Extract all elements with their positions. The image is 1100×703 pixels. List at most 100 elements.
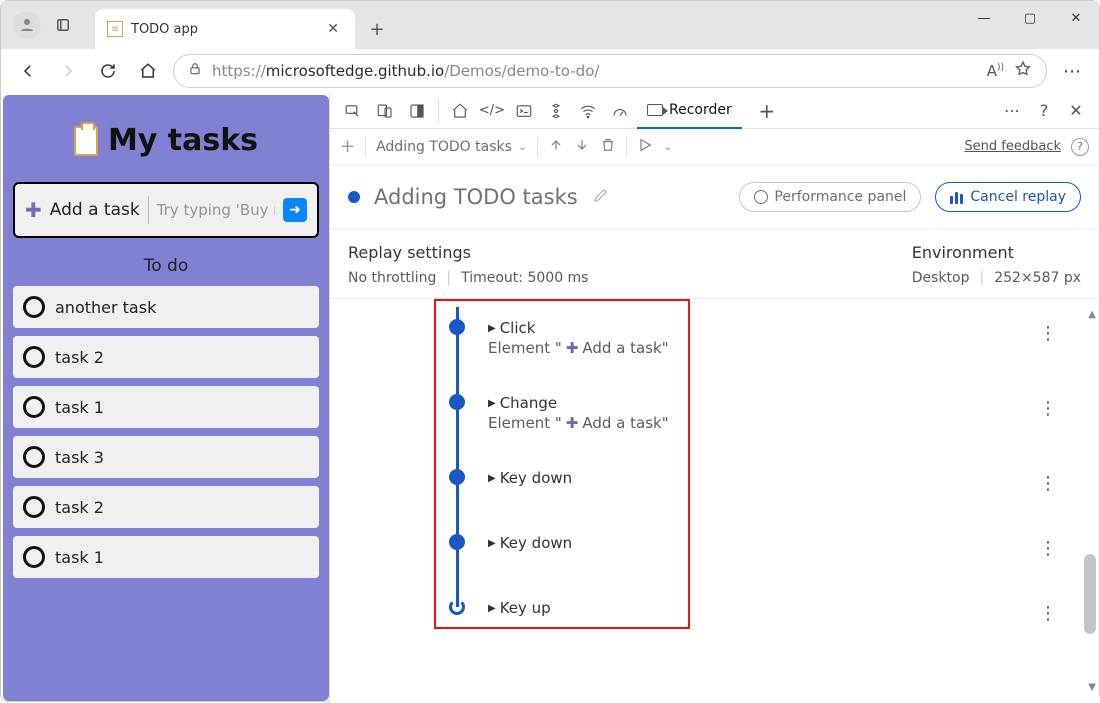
task-checkbox[interactable] (23, 396, 45, 418)
recording-select[interactable]: Adding TODO tasks⌄ (376, 139, 527, 155)
step-subtitle: Element "✚Add a task" (488, 339, 669, 357)
task-item[interactable]: task 2 (13, 486, 319, 528)
throttling-value[interactable]: No throttling (348, 270, 436, 286)
new-tab-button[interactable]: + (359, 11, 395, 47)
performance-tab-icon[interactable] (605, 96, 635, 126)
step-node-icon (449, 469, 465, 485)
export-icon[interactable] (548, 137, 564, 157)
refresh-button[interactable] (93, 56, 123, 86)
performance-panel-button[interactable]: Performance panel (739, 182, 921, 212)
task-checkbox[interactable] (23, 496, 45, 518)
step-menu-icon[interactable]: ⋮ (1039, 538, 1057, 559)
step-node-icon (449, 394, 465, 410)
profile-icon[interactable] (13, 11, 41, 39)
welcome-tab-icon[interactable] (445, 96, 475, 126)
devtools-help-icon[interactable]: ? (1029, 96, 1059, 126)
sources-tab-icon[interactable] (541, 96, 571, 126)
spinner-icon (449, 599, 465, 615)
favorite-icon[interactable] (1014, 60, 1032, 82)
task-label: task 1 (55, 398, 104, 417)
forward-button (53, 56, 83, 86)
submit-task-button[interactable]: ➜ (283, 198, 307, 222)
send-feedback-link[interactable]: Send feedback (964, 139, 1061, 154)
task-item[interactable]: task 2 (13, 336, 319, 378)
add-task-input[interactable]: Try typing 'Buy m (148, 196, 275, 224)
scroll-down-arrow[interactable]: ▼ (1088, 682, 1096, 693)
recorder-step[interactable]: ▶Key down ⋮ (330, 469, 1069, 487)
recording-header: Adding TODO tasks Performance panel Canc… (330, 165, 1099, 229)
recorder-icon (647, 104, 663, 116)
expand-icon[interactable]: ▶ (488, 538, 496, 549)
browser-tab[interactable]: ≡ TODO app ✕ (95, 9, 355, 49)
expand-icon[interactable]: ▶ (488, 398, 496, 409)
task-checkbox[interactable] (23, 346, 45, 368)
gauge-icon (754, 190, 768, 204)
favicon-icon: ≡ (107, 21, 123, 37)
window-minimize-button[interactable]: — (961, 1, 1007, 35)
window-close-button[interactable]: ✕ (1053, 1, 1099, 35)
task-item[interactable]: task 1 (13, 536, 319, 578)
recorder-settings-row: Replay settings No throttling|Timeout: 5… (330, 229, 1099, 299)
task-item[interactable]: task 3 (13, 436, 319, 478)
console-tab-icon[interactable] (509, 96, 539, 126)
recorder-step[interactable]: ▶ Click Element "✚Add a task" ⋮ (330, 319, 1069, 357)
task-checkbox[interactable] (23, 446, 45, 468)
step-menu-icon[interactable]: ⋮ (1039, 473, 1057, 494)
cancel-replay-button[interactable]: Cancel replay (935, 182, 1081, 212)
network-tab-icon[interactable] (573, 96, 603, 126)
inspect-icon[interactable] (338, 96, 368, 126)
step-menu-icon[interactable]: ⋮ (1039, 323, 1057, 344)
scrollbar-thumb[interactable] (1084, 554, 1096, 634)
step-node-icon (449, 534, 465, 550)
tab-close-icon[interactable]: ✕ (323, 17, 343, 41)
new-recording-button[interactable]: + (340, 136, 355, 157)
browser-menu-button[interactable]: ⋯ (1057, 56, 1087, 86)
elements-tab-icon[interactable]: </> (477, 96, 507, 126)
recorder-step[interactable]: ▶Key up ⋮ (330, 599, 1069, 617)
devtools-close-icon[interactable]: ✕ (1061, 96, 1091, 126)
steps-panel: ▶ Click Element "✚Add a task" ⋮ ▶ Change Ele… (330, 299, 1099, 703)
site-lock-icon[interactable] (188, 61, 202, 81)
more-tools-icon[interactable]: ⋯ (997, 96, 1027, 126)
devtools-panel: </> Recorder + ⋯ ? ✕ + Adding TODO tasks… (329, 93, 1099, 703)
add-tab-button[interactable]: + (752, 96, 782, 126)
timeout-value[interactable]: Timeout: 5000 ms (461, 270, 588, 286)
browser-titlebar: ≡ TODO app ✕ + — ▢ ✕ (1, 1, 1099, 49)
edit-title-icon[interactable] (592, 186, 610, 208)
step-title: Click (500, 319, 536, 337)
replay-icon[interactable] (637, 137, 653, 157)
add-task-form[interactable]: ✚ Add a task Try typing 'Buy m ➜ (13, 182, 319, 238)
replay-settings-label: Replay settings (348, 243, 588, 262)
expand-icon[interactable]: ▶ (488, 473, 496, 484)
address-bar[interactable]: https://microsoftedge.github.io/Demos/de… (173, 54, 1047, 88)
dock-side-icon[interactable] (402, 96, 432, 126)
recorder-step[interactable]: ▶ChangeElement "✚Add a task" ⋮ (330, 394, 1069, 432)
delete-icon[interactable] (600, 137, 616, 157)
window-maximize-button[interactable]: ▢ (1007, 1, 1053, 35)
step-menu-icon[interactable]: ⋮ (1039, 398, 1057, 419)
home-button[interactable] (133, 56, 163, 86)
replay-speed-icon[interactable]: ⌄ (663, 140, 672, 153)
task-item[interactable]: task 1 (13, 386, 319, 428)
expand-icon[interactable]: ▶ (488, 323, 496, 334)
recorder-step[interactable]: ▶Key down ⋮ (330, 534, 1069, 552)
back-button[interactable] (13, 56, 43, 86)
task-checkbox[interactable] (23, 296, 45, 318)
environment-label: Environment (912, 243, 1081, 262)
device-emulation-icon[interactable] (370, 96, 400, 126)
devtools-tabbar: </> Recorder + ⋯ ? ✕ (330, 93, 1099, 129)
tab-actions-icon[interactable] (49, 11, 77, 39)
task-item[interactable]: another task (13, 286, 319, 328)
add-task-label: Add a task (50, 200, 140, 220)
import-icon[interactable] (574, 137, 590, 157)
scroll-up-arrow[interactable]: ▲ (1088, 309, 1096, 320)
step-title: Change (500, 394, 557, 412)
task-checkbox[interactable] (23, 546, 45, 568)
read-aloud-icon[interactable]: A)) (987, 62, 1004, 80)
recorder-tab[interactable]: Recorder (637, 93, 742, 129)
expand-icon[interactable]: ▶ (488, 603, 496, 614)
recorder-help-icon[interactable]: ? (1071, 138, 1089, 156)
task-label: another task (55, 298, 156, 317)
task-label: task 3 (55, 448, 104, 467)
step-menu-icon[interactable]: ⋮ (1039, 603, 1057, 624)
